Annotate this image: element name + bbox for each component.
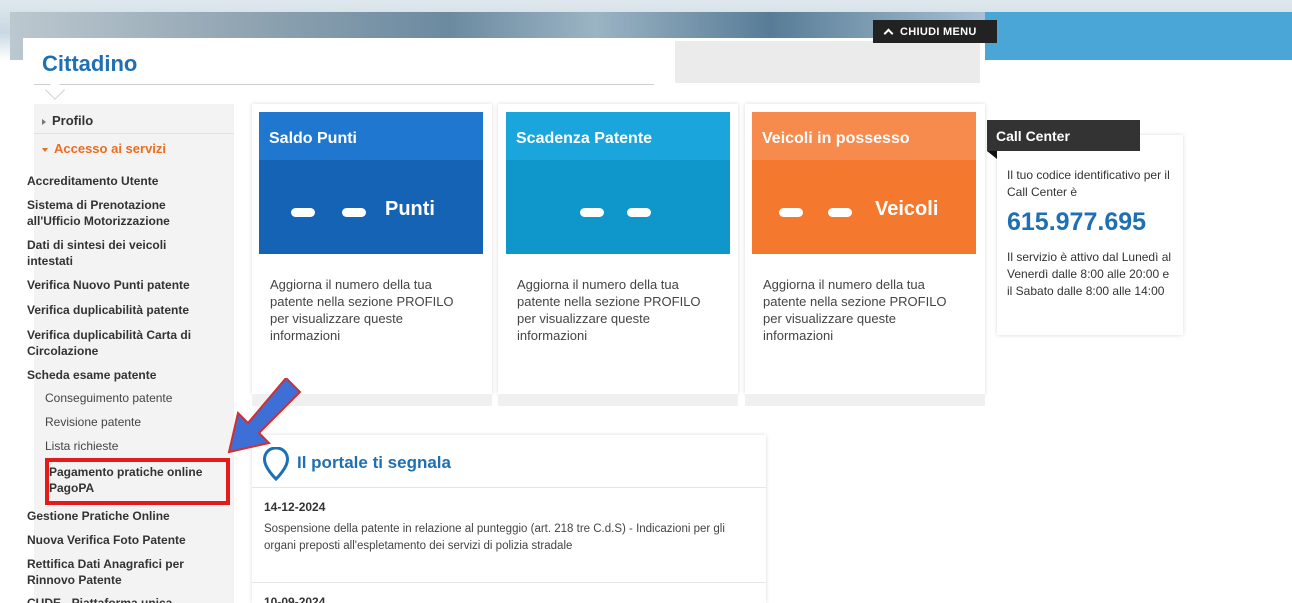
page-title: Cittadino [42,51,138,76]
sidebar-item-rettifica-dati[interactable]: Rettifica Dati Anagrafici per Rinnovo Pa… [27,556,197,588]
sidebar-subitem-lista-richieste[interactable]: Lista richieste [45,438,195,454]
portal-title: Il portale ti segnala [297,453,451,472]
news-date: 10-09-2024 [264,595,326,603]
sidebar-item-label: Profilo [52,113,94,128]
close-menu-label: CHIUDI MENU [900,25,977,38]
placeholder-dash [580,208,604,217]
sidebar-item-accreditamento[interactable]: Accreditamento Utente [27,173,197,189]
sidebar-item-dati-sintesi[interactable]: Dati di sintesi dei veicoli intestati [27,237,197,269]
card-description: Aggiorna il numero della tua patente nel… [270,277,454,343]
sidebar-item-accesso-servizi[interactable]: Accesso ai servizi [34,134,234,164]
sidebar-item-scheda-esame[interactable]: Scheda esame patente [27,367,197,383]
placeholder-dash [291,208,315,217]
sidebar-item-verifica-foto[interactable]: Nuova Verifica Foto Patente [27,532,197,548]
news-date: 14-12-2024 [264,500,326,514]
call-center-hours: Il servizio è attivo dal Lunedì al Vener… [1007,250,1172,298]
close-menu-button[interactable]: CHIUDI MENU [873,20,997,43]
sidebar-item-label: Accesso ai servizi [54,141,167,156]
sidebar-item-verifica-punti[interactable]: Verifica Nuovo Punti patente [27,277,197,293]
chevron-up-icon [883,28,894,39]
card-title: Scadenza Patente [506,112,730,160]
title-divider [34,84,654,85]
card-title: Veicoli in possesso [752,112,976,160]
placeholder-dash [828,208,852,217]
call-center-title-fold [987,151,997,159]
card-title: Saldo Punti [259,112,483,160]
banner-blue-band [985,12,1292,60]
card-unit: Punti [385,198,435,220]
card-value-area: Veicoli [752,160,976,254]
card-description: Aggiorna il numero della tua patente nel… [517,277,701,343]
card-unit: Veicoli [875,198,939,220]
caret-right-icon [42,118,46,125]
card-value-area [506,160,730,254]
sidebar-item-duplicabilita-carta[interactable]: Verifica duplicabilità Carta di Circolaz… [27,327,197,359]
news-link[interactable]: Sospensione della patente in relazione a… [264,521,754,555]
placeholder-dash [779,208,803,217]
highlight-box [45,458,230,505]
portal-divider [252,582,766,583]
card-value-area: Punti [259,160,483,254]
header-grey-box [675,41,980,83]
card-description: Aggiorna il numero della tua patente nel… [763,277,947,343]
sidebar-subitem-revisione[interactable]: Revisione patente [45,414,195,430]
call-center-title: Call Center [987,120,1140,151]
sidebar-item-prenotazione[interactable]: Sistema di Prenotazione all'Ufficio Moto… [27,197,197,229]
annotation-arrow [227,378,302,454]
sidebar-subitem-conseguimento[interactable]: Conseguimento patente [45,390,195,406]
card-base [745,394,985,406]
caret-down-icon [42,147,48,152]
sidebar-item-profilo[interactable]: Profilo [34,108,234,134]
placeholder-dash [627,208,651,217]
sidebar-item-duplicabilita-patente[interactable]: Verifica duplicabilità patente [27,302,197,318]
placeholder-dash [342,208,366,217]
sidebar-item-cude[interactable]: CUDE - Piattaforma unica [27,595,197,603]
portal-divider [252,487,766,488]
call-center-code: 615.977.695 [1007,208,1147,236]
call-center-intro: Il tuo codice identificativo per il Call… [1007,168,1170,199]
sidebar-item-gestione-pratiche[interactable]: Gestione Pratiche Online [27,508,197,524]
card-base [498,394,738,406]
